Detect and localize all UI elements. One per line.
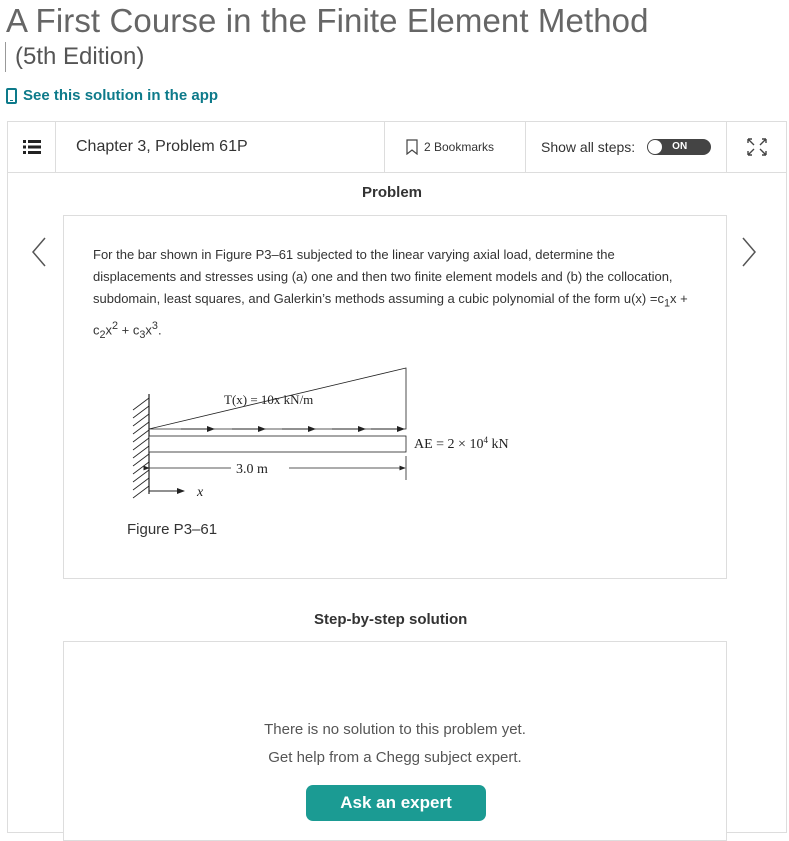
list-icon <box>22 140 41 154</box>
toggle-state-label: ON <box>672 141 688 152</box>
fullscreen-button[interactable] <box>726 122 787 172</box>
bookmark-icon <box>406 139 418 155</box>
ask-expert-button[interactable]: Ask an expert <box>306 785 486 821</box>
show-steps-control: Show all steps: ON <box>541 122 712 172</box>
problem-statement: For the bar shown in Figure P3–61 subjec… <box>93 247 688 341</box>
problem-heading: Problem <box>362 184 423 201</box>
show-steps-label: Show all steps: <box>541 139 636 155</box>
get-help-text: Get help from a Chegg subject expert. <box>268 749 522 766</box>
problem-text: For the bar shown in Figure P3–61 subjec… <box>93 247 673 306</box>
problem-card: For the bar shown in Figure P3–61 subjec… <box>63 215 727 579</box>
step-by-step-heading: Step-by-step solution <box>314 611 468 628</box>
bookmarks-button[interactable]: 2 Bookmarks <box>384 122 526 172</box>
length-dimension: 3.0 m <box>143 456 407 480</box>
table-of-contents-button[interactable] <box>8 122 56 172</box>
length-label: 3.0 m <box>236 462 268 477</box>
figure-caption: Figure P3–61 <box>127 521 218 538</box>
bar <box>148 435 407 453</box>
no-solution-text: There is no solution to this problem yet… <box>264 721 526 738</box>
see-in-app-label: See this solution in the app <box>23 87 219 104</box>
chapter-label: Chapter 3, Problem 61P <box>76 138 248 155</box>
previous-arrow-icon[interactable] <box>31 236 47 268</box>
solution-frame: Chapter 3, Problem 61P 2 Bookmarks Show … <box>7 121 787 841</box>
toggle-knob <box>648 140 663 154</box>
book-title: A First Course in the Finite Element Met… <box>6 2 649 39</box>
x-axis: x <box>149 485 204 500</box>
wall-support <box>132 394 150 499</box>
expand-icon <box>747 138 767 156</box>
bar-figure: T(x) = 10x kN/m AE = 2 × 104 kN 3.0 m x <box>132 367 509 500</box>
toolbar: Chapter 3, Problem 61P 2 Bookmarks Show … <box>8 122 786 173</box>
x-axis-label: x <box>196 485 204 500</box>
bookmarks-label: 2 Bookmarks <box>424 140 495 154</box>
show-steps-toggle[interactable]: ON <box>647 139 712 155</box>
load-label: T(x) = 10x kN/m <box>224 392 313 407</box>
book-edition: (5th Edition) <box>5 42 144 72</box>
see-in-app-link[interactable]: See this solution in the app <box>6 87 218 104</box>
solution-card: There is no solution to this problem yet… <box>63 641 727 841</box>
phone-icon <box>6 87 17 104</box>
next-arrow-icon[interactable] <box>741 236 757 268</box>
ae-label: AE = 2 × 104 kN <box>414 435 509 452</box>
